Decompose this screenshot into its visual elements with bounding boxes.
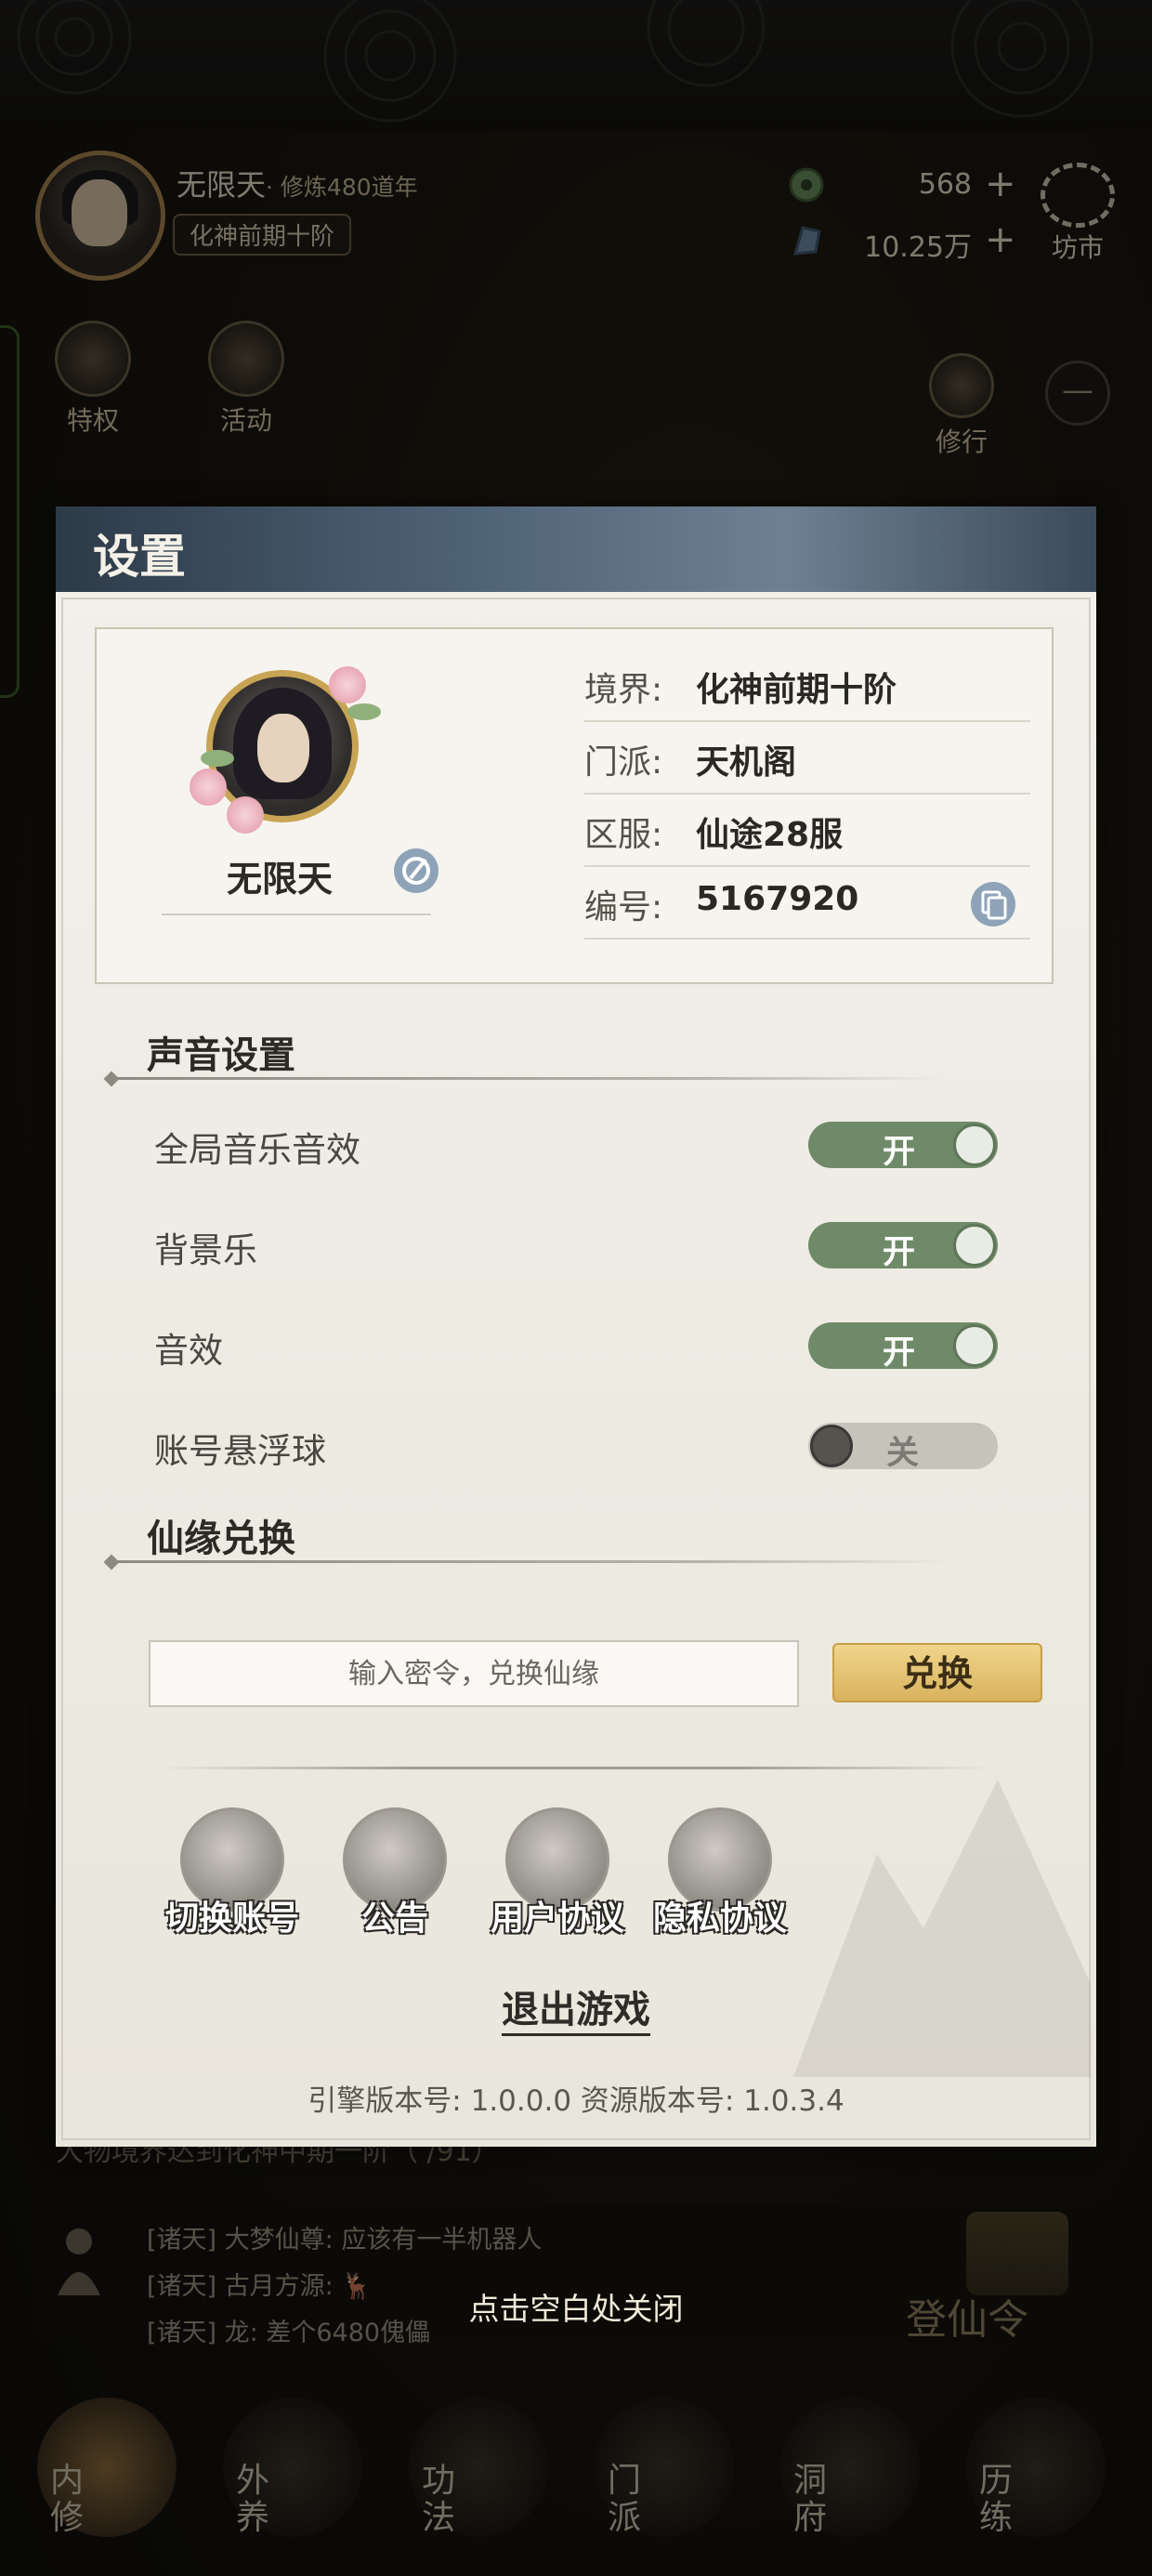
switch-account-button[interactable]: 切换账号 [149, 1807, 316, 1947]
dialog-header: 设置 [56, 506, 1096, 592]
redeem-button[interactable]: 兑换 [832, 1643, 1042, 1702]
close-hint: 点击空白处关闭 [468, 2291, 684, 2327]
id-key: 编号: [584, 888, 663, 927]
settings-dialog: 设置 无限天 境界: 化神前期十阶 门派: 天机阁 区服: 仙途28服 编号: … [56, 506, 1096, 2147]
section-divider [111, 1077, 948, 1080]
toggle-state: 开 [883, 1234, 916, 1271]
user-agreement-button[interactable]: 用户协议 [474, 1807, 641, 1947]
version-info: 引擎版本号: 1.0.0.0 资源版本号: 1.0.3.4 [308, 2084, 844, 2118]
profile-card: 无限天 境界: 化神前期十阶 门派: 天机阁 区服: 仙途28服 编号: 516… [95, 627, 1054, 984]
master-audio-toggle[interactable]: 开 [808, 1122, 998, 1171]
toggle-knob-icon [953, 1324, 996, 1367]
bgm-toggle[interactable]: 开 [808, 1222, 998, 1271]
sect-key: 门派: [584, 743, 663, 782]
toggle-state: 开 [883, 1334, 916, 1372]
flower-decor [190, 769, 227, 806]
master-audio-label: 全局音乐音效 [154, 1130, 360, 1170]
name-underline [162, 913, 431, 915]
privacy-policy-label: 隐私协议 [652, 1899, 787, 1938]
info-row-id: 编号: 5167920 [584, 865, 1030, 940]
toggle-knob-icon [953, 1124, 996, 1166]
sfx-label: 音效 [154, 1331, 223, 1371]
info-row-realm: 境界: 化神前期十阶 [584, 648, 1030, 722]
logout-label: 退出游戏 [502, 1989, 650, 2036]
announcement-label: 公告 [360, 1899, 428, 1938]
sfx-toggle[interactable]: 开 [808, 1322, 998, 1372]
floating-ball-label: 账号悬浮球 [154, 1431, 326, 1471]
floating-ball-toggle[interactable]: 关 [808, 1423, 998, 1472]
server-value: 仙途28服 [696, 816, 844, 854]
sect-value: 天机阁 [696, 743, 797, 782]
bgm-label: 背景乐 [154, 1230, 257, 1270]
user-agreement-label: 用户协议 [490, 1899, 624, 1938]
switch-account-label: 切换账号 [164, 1899, 299, 1938]
leaf-decor [201, 750, 234, 767]
realm-key: 境界: [584, 671, 663, 709]
info-row-sect: 门派: 天机阁 [584, 720, 1030, 795]
leaf-decor [347, 703, 381, 720]
announcement-button[interactable]: 公告 [311, 1807, 478, 1947]
realm-value: 化神前期十阶 [696, 671, 897, 709]
flower-decor [227, 796, 264, 834]
copy-icon[interactable] [969, 880, 1017, 928]
rename-icon[interactable] [392, 847, 440, 895]
id-value: 5167920 [696, 880, 859, 918]
privacy-policy-button[interactable]: 隐私协议 [636, 1807, 804, 1947]
flower-decor [329, 666, 366, 703]
toggle-knob-icon [953, 1224, 996, 1267]
server-key: 区服: [584, 816, 663, 854]
logout-link[interactable]: 退出游戏 [56, 1979, 1096, 2036]
dialog-title: 设置 [93, 529, 186, 584]
toggle-state: 开 [883, 1134, 916, 1171]
toggle-state: 关 [886, 1435, 920, 1472]
section-divider [111, 1560, 948, 1563]
sound-settings-title: 声音设置 [147, 1034, 295, 1077]
profile-name: 无限天 [227, 859, 334, 900]
toggle-knob-icon [810, 1425, 853, 1467]
profile-avatar-face [257, 714, 309, 782]
redeem-code-input[interactable] [149, 1640, 799, 1707]
info-row-server: 区服: 仙途28服 [584, 793, 1030, 867]
redeem-title: 仙缘兑换 [147, 1518, 295, 1560]
